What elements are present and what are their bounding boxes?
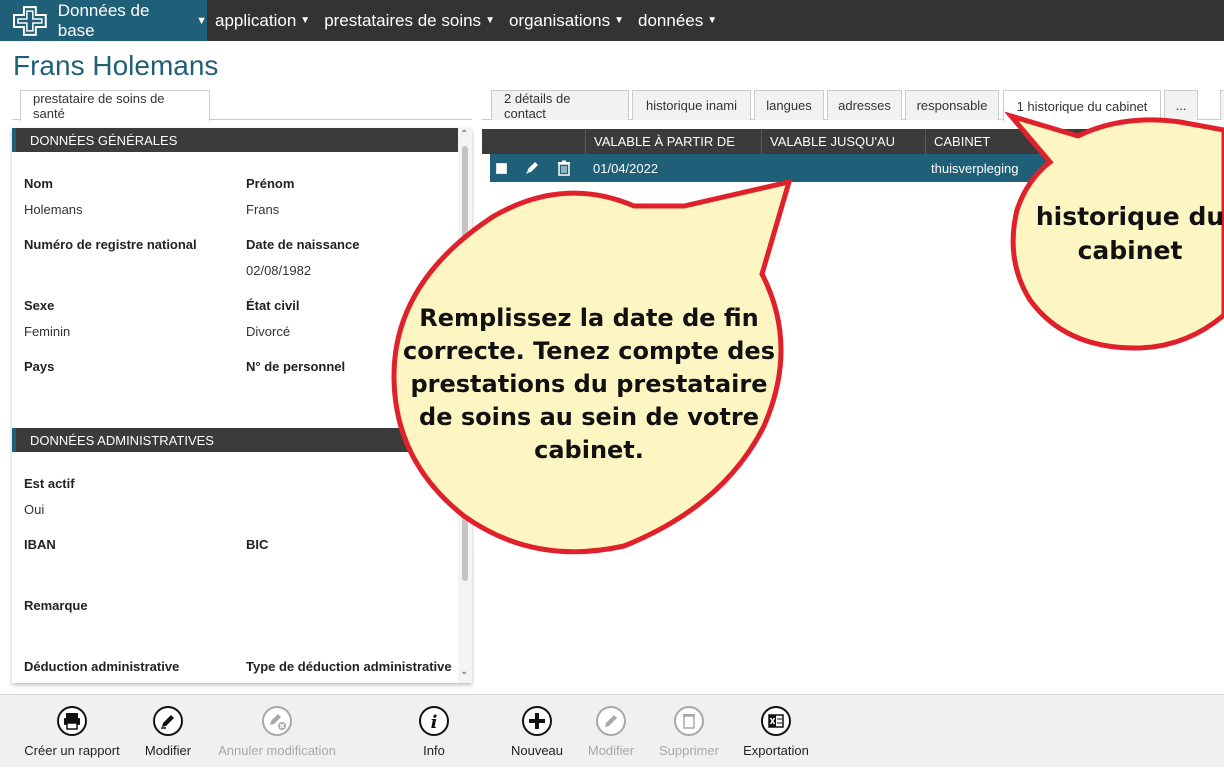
tab-langues[interactable]: langues xyxy=(754,90,824,120)
new-label: Nouveau xyxy=(510,743,564,758)
edit-label: Modifier xyxy=(144,743,192,758)
edit-row-icon xyxy=(596,706,626,736)
excel-icon xyxy=(761,706,791,736)
deduction-label: Déduction administrative xyxy=(24,659,180,674)
chevron-down-icon: ▼ xyxy=(196,14,207,27)
page-title: Frans Holemans xyxy=(13,50,219,81)
nav-item-application[interactable]: application ▼ xyxy=(207,0,316,41)
edit-row-button[interactable]: Modifier xyxy=(578,695,644,768)
brand-menu[interactable]: Données de base ▼ xyxy=(0,0,207,41)
report-button[interactable]: Créer un rapport xyxy=(18,695,126,768)
column-valid-until[interactable]: VALABLE JUSQU'AU xyxy=(761,129,925,154)
cancel-edit-button[interactable]: Annuler modification xyxy=(212,695,342,768)
left-tab-bar: prestataire de soins de santé xyxy=(12,90,472,121)
registre-label: Numéro de registre national xyxy=(24,237,197,252)
naissance-value: 02/08/1982 xyxy=(246,263,312,278)
printer-icon xyxy=(57,706,87,736)
remarque-label: Remarque xyxy=(24,598,88,613)
nav-item-donnees[interactable]: données ▼ xyxy=(630,0,723,41)
pays-label: Pays xyxy=(24,359,55,374)
edit-row-label: Modifier xyxy=(587,743,635,758)
tab-historique-inami[interactable]: historique inami xyxy=(632,90,751,120)
nom-label: Nom xyxy=(24,176,53,191)
svg-text:i: i xyxy=(431,712,438,733)
etat-civil-label: État civil xyxy=(246,298,300,313)
caret-down-icon: ▼ xyxy=(485,15,495,26)
cancel-edit-label: Annuler modification xyxy=(218,743,336,758)
brand-label: Données de base xyxy=(57,0,150,40)
nav-item-label: prestataires de soins xyxy=(324,10,482,30)
nav-item-label: données xyxy=(638,10,704,30)
nom-value: Holemans xyxy=(24,202,83,217)
section-general-header: DONNÉES GÉNÉRALES xyxy=(12,128,458,152)
prenom-label: Prénom xyxy=(246,176,295,191)
bic-label: BIC xyxy=(246,537,269,552)
naissance-label: Date de naissance xyxy=(246,237,360,252)
nav-item-label: organisations xyxy=(508,10,611,30)
report-label: Créer un rapport xyxy=(24,743,120,758)
caret-down-icon: ▼ xyxy=(614,15,624,26)
caret-down-icon: ▼ xyxy=(707,15,718,26)
nav-item-label: application xyxy=(215,10,297,30)
cancel-edit-icon xyxy=(262,706,292,736)
delete-trash-icon xyxy=(674,706,704,736)
tab-contact-details[interactable]: 2 détails de contact xyxy=(491,90,629,121)
edit-button[interactable]: Modifier xyxy=(134,695,202,768)
delete-button[interactable]: Supprimer xyxy=(654,695,724,768)
type-deduction-label: Type de déduction administrative xyxy=(246,659,452,674)
callout-text: Remplissez la date de fin correcte. Tene… xyxy=(402,304,775,464)
info-button[interactable]: i Info xyxy=(412,695,456,768)
info-icon: i xyxy=(419,706,449,736)
info-label: Info xyxy=(423,743,445,758)
caret-down-icon: ▼ xyxy=(300,15,311,26)
sexe-label: Sexe xyxy=(24,298,55,313)
column-valid-from[interactable]: VALABLE À PARTIR DE xyxy=(585,129,761,154)
export-label: Exportation xyxy=(743,743,809,758)
new-button[interactable]: Nouveau xyxy=(504,695,570,768)
export-button[interactable]: Exportation xyxy=(736,695,816,768)
nav-item-prestataires[interactable]: prestataires de soins ▼ xyxy=(316,0,501,41)
prenom-value: Frans xyxy=(246,202,280,217)
edit-pencil-icon xyxy=(153,706,183,736)
delete-label: Supprimer xyxy=(659,743,719,758)
tab-prestataire[interactable]: prestataire de soins de santé xyxy=(20,90,210,121)
actif-value: Oui xyxy=(24,502,45,517)
scroll-up-icon[interactable]: ⌃ xyxy=(460,129,468,140)
tab-adresses[interactable]: adresses xyxy=(827,90,902,120)
personnel-label: N° de personnel xyxy=(246,359,346,374)
tab-hint-text: historique du cabinet xyxy=(1035,202,1224,265)
etat-civil-value: Divorcé xyxy=(246,324,291,339)
cross-logo-icon xyxy=(12,5,47,36)
sexe-value: Feminin xyxy=(24,324,71,339)
tab-responsable[interactable]: responsable xyxy=(905,90,999,120)
nav-item-organisations[interactable]: organisations ▼ xyxy=(501,0,630,41)
actif-label: Est actif xyxy=(24,476,75,491)
iban-label: IBAN xyxy=(24,537,56,552)
scroll-down-icon[interactable]: ⌄ xyxy=(460,666,468,677)
action-toolbar: Créer un rapport Modifier Annuler modifi… xyxy=(0,694,1224,767)
plus-icon xyxy=(522,706,552,736)
top-nav: Données de base ▼ application ▼ prestatai… xyxy=(0,0,1224,41)
